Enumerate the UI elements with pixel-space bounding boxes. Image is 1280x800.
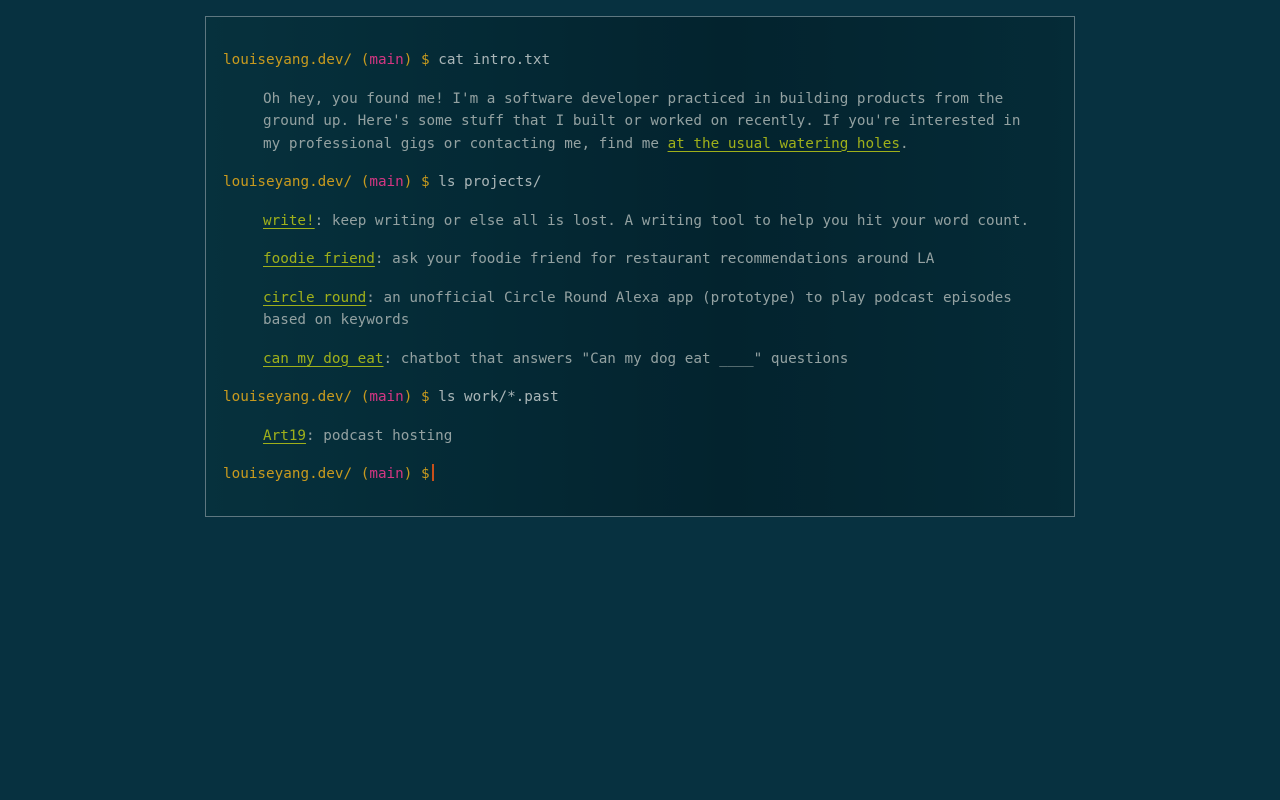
project-description: : keep writing or else all is lost. A wr… bbox=[314, 212, 1030, 229]
prompt-branch: main bbox=[369, 52, 404, 68]
project-description: : ask your foodie friend for restaurant … bbox=[374, 251, 935, 267]
list-item: Art19: podcast hosting bbox=[263, 425, 1033, 448]
list-item: circle round: an unofficial Circle Round… bbox=[263, 287, 1033, 332]
prompt-branch: main bbox=[369, 466, 404, 482]
work-list: Art19: podcast hosting bbox=[263, 425, 1033, 448]
prompt-host: louiseyang.dev/ bbox=[223, 389, 353, 405]
text-cursor bbox=[431, 464, 434, 481]
command-text: cat intro.txt bbox=[438, 52, 551, 68]
work-description: : podcast hosting bbox=[306, 427, 453, 444]
list-item: can my dog eat: chatbot that answers "Ca… bbox=[263, 348, 1033, 371]
intro-output: Oh hey, you found me! I'm a software dev… bbox=[263, 88, 1033, 156]
prompt-branch: main bbox=[369, 389, 404, 405]
prompt-symbol: $ bbox=[421, 466, 430, 482]
work-link-art19[interactable]: Art19 bbox=[263, 428, 306, 444]
prompt-host: louiseyang.dev/ bbox=[223, 466, 353, 482]
prompt-host: louiseyang.dev/ bbox=[223, 174, 353, 190]
watering-holes-link[interactable]: at the usual watering holes bbox=[668, 136, 900, 152]
project-description: : an unofficial Circle Round Alexa app (… bbox=[263, 289, 1012, 329]
prompt-branch: main bbox=[369, 174, 404, 190]
terminal-window: louiseyang.dev/ (main) $ cat intro.txt O… bbox=[205, 16, 1075, 517]
prompt-line: louiseyang.dev/ (main) $ ls projects/ bbox=[223, 174, 542, 190]
prompt-symbol: $ bbox=[421, 52, 430, 68]
project-link-circle-round[interactable]: circle round bbox=[263, 290, 366, 306]
list-item: write!: keep writing or else all is lost… bbox=[263, 210, 1033, 233]
command-text: ls work/*.past bbox=[438, 389, 559, 405]
active-prompt-line[interactable]: louiseyang.dev/ (main) $ bbox=[223, 463, 1057, 486]
projects-list: write!: keep writing or else all is lost… bbox=[263, 210, 1033, 371]
prompt-symbol: $ bbox=[421, 389, 430, 405]
prompt-symbol: $ bbox=[421, 174, 430, 190]
project-link-foodie-friend[interactable]: foodie friend bbox=[263, 251, 375, 267]
project-link-can-my-dog-eat[interactable]: can my dog eat bbox=[263, 351, 384, 367]
project-link-write[interactable]: write! bbox=[263, 213, 315, 229]
prompt-line: louiseyang.dev/ (main) $ ls work/*.past bbox=[223, 389, 559, 405]
intro-paragraph: Oh hey, you found me! I'm a software dev… bbox=[263, 90, 1021, 152]
prompt-host: louiseyang.dev/ bbox=[223, 52, 353, 68]
command-text: ls projects/ bbox=[438, 174, 542, 190]
prompt-line: louiseyang.dev/ (main) $ cat intro.txt bbox=[223, 52, 551, 68]
project-description: : chatbot that answers "Can my dog eat _… bbox=[383, 350, 849, 367]
list-item: foodie friend: ask your foodie friend fo… bbox=[263, 248, 1033, 271]
